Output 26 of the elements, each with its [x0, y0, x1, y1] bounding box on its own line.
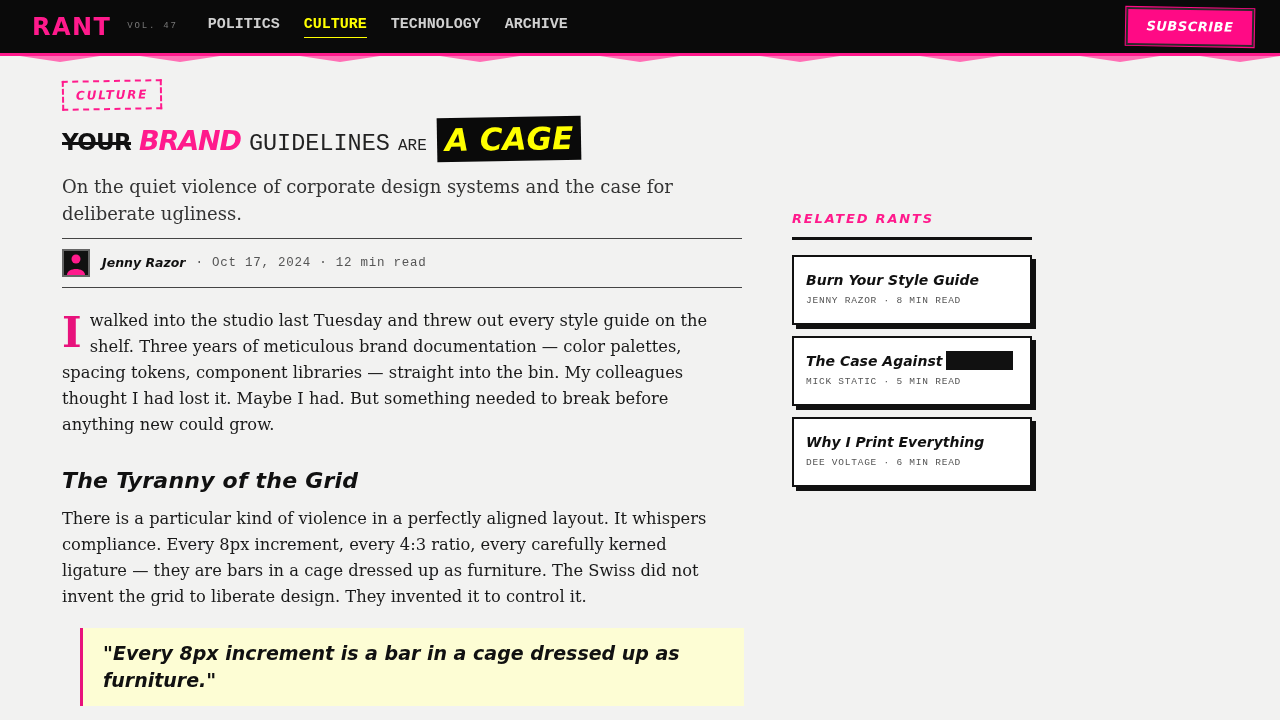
logo[interactable]: RANT — [32, 14, 112, 39]
pull-quote: "Every 8px increment is a bar in a cage dressed up as furniture." — [80, 628, 744, 706]
highlighted-headline-text: A CAGE — [436, 115, 582, 163]
nav-tab[interactable]: POLITICS — [207, 15, 280, 38]
related-heading: RELATED RANTS — [792, 209, 1032, 240]
subscribe-button[interactable]: SUBSCRIBE — [1125, 6, 1255, 48]
author-name[interactable]: Jenny Razor — [102, 253, 186, 273]
article-meta: · Oct 17, 2024 · 12 min read — [195, 254, 427, 272]
article-subtitle: On the quiet violence of corporate design systems and the case for deliberate ugliness. — [62, 175, 674, 226]
nav-tab[interactable]: TECHNOLOGY — [390, 15, 481, 38]
related-title: Why I Print Everything — [806, 432, 985, 452]
headline-word: YOUR — [62, 131, 131, 154]
avatar-icon — [62, 249, 90, 277]
headline-word: GUIDELINES — [248, 132, 390, 156]
related-meta: MICK STATIC · 5 MIN READ — [806, 374, 963, 389]
headline-word: ARE — [397, 138, 427, 154]
headline-word: BRAND — [139, 127, 241, 154]
volume-label: VOL. 47 — [127, 19, 178, 33]
related-meta: DEE VOLTAGE · 6 MIN READ — [806, 455, 963, 470]
nav-tab[interactable]: ARCHIVE — [504, 15, 568, 38]
body-paragraph: There is a particular kind of violence in a perfectly aligned layout. It whispers compliance. Every 8px increment, every 4:3 ratio, every carefully kerned ligature — they are bars in a cage dressed up as furniture. The Swiss did not invent the grid to liberate design. They invented it to control it. — [62, 508, 708, 608]
related-title: The Case Against — [806, 351, 943, 371]
section-heading: The Tyranny of the Grid — [62, 467, 360, 495]
related-title: Burn Your Style Guide — [806, 270, 979, 290]
related-meta: JENNY RAZOR · 8 MIN READ — [806, 293, 963, 308]
nav-tab[interactable]: CULTURE — [303, 15, 367, 38]
